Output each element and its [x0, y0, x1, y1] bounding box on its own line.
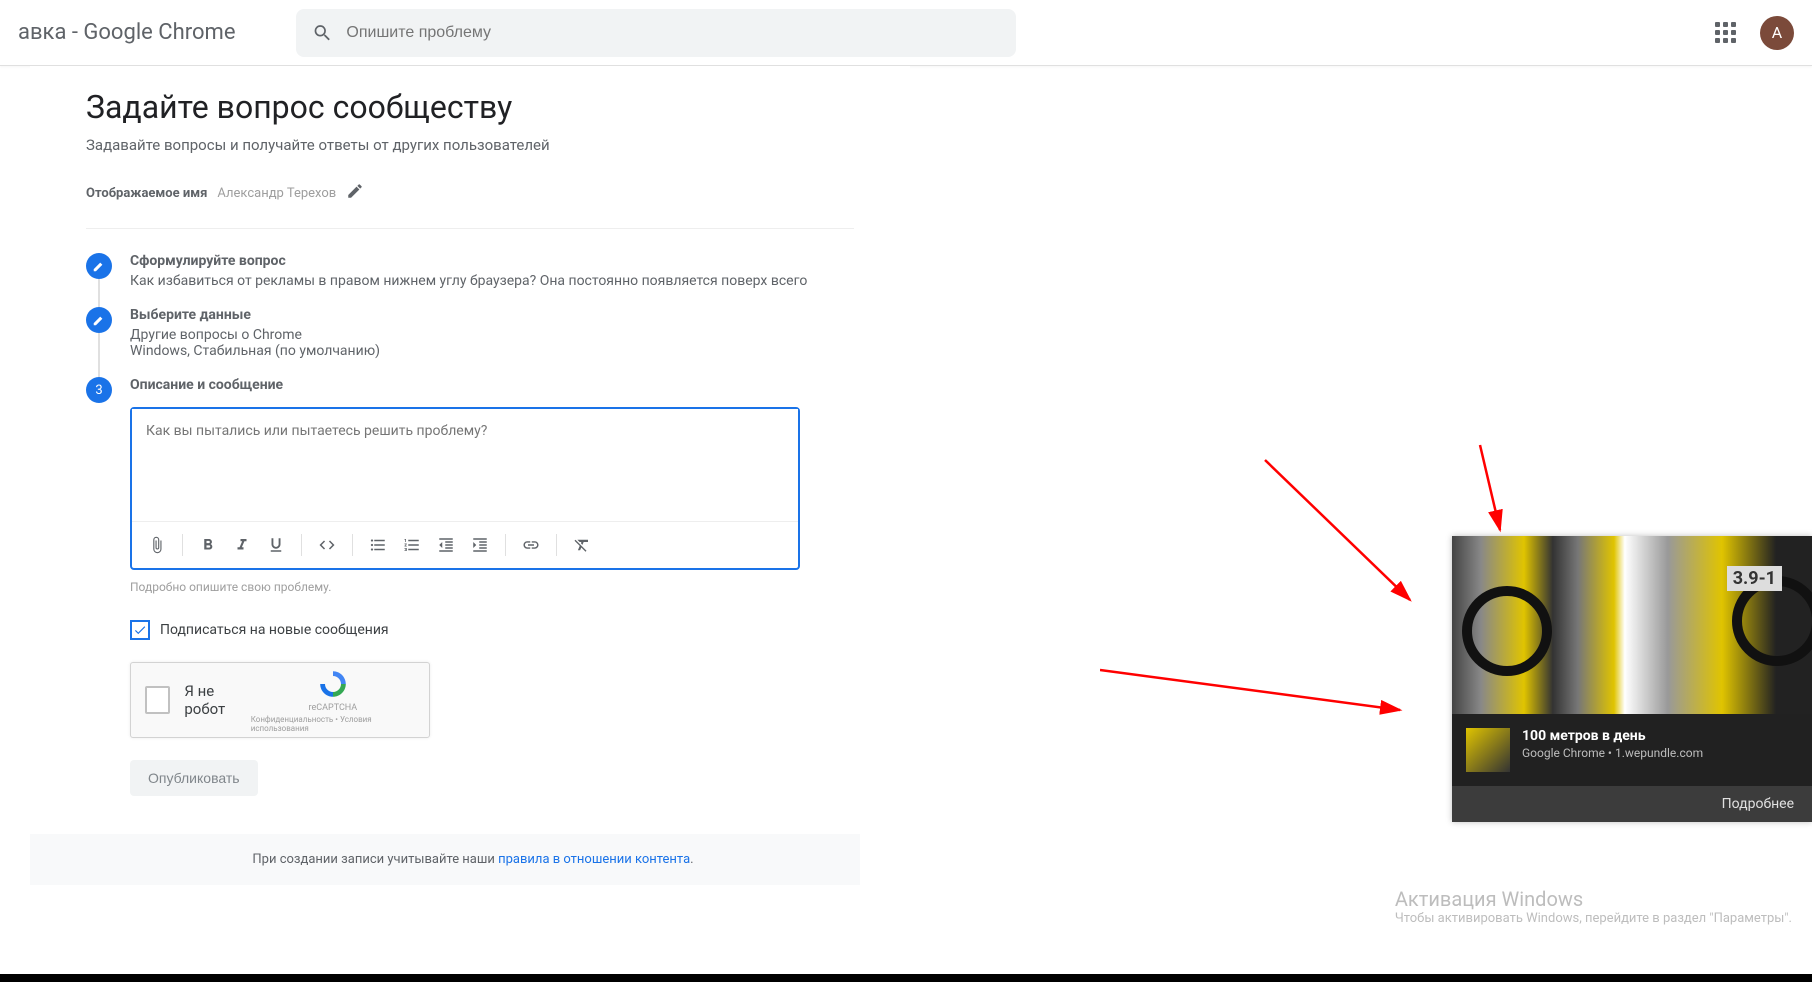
step-1-desc: Как избавиться от рекламы в правом нижне… [130, 273, 854, 289]
pencil-icon [92, 313, 106, 327]
recaptcha-checkbox[interactable] [145, 686, 170, 714]
watermark-line2: Чтобы активировать Windows, перейдите в … [1395, 911, 1792, 926]
bold-icon[interactable] [193, 530, 223, 560]
search-box[interactable] [296, 9, 1016, 57]
italic-icon[interactable] [227, 530, 257, 560]
display-name-label: Отображаемое имя [86, 186, 207, 201]
step-3: 3 Описание и сообщение [86, 377, 854, 796]
notification-title: 100 метров в день [1522, 728, 1703, 744]
search-icon [312, 22, 333, 44]
subscribe-checkbox[interactable] [130, 620, 150, 640]
ad-notification: 3.9-1 100 метров в день Google Chrome • … [1452, 536, 1812, 822]
display-name-row: Отображаемое имя Александр Терехов [86, 182, 854, 229]
windows-activation-watermark: Активация Windows Чтобы активировать Win… [1395, 887, 1792, 926]
list-bulleted-icon[interactable] [363, 530, 393, 560]
step-3-title: Описание и сообщение [130, 377, 854, 393]
editor-toolbar [132, 521, 798, 568]
step-3-badge: 3 [86, 377, 112, 403]
watermark-line1: Активация Windows [1395, 887, 1792, 911]
edit-icon[interactable] [346, 182, 364, 204]
recaptcha-box: Я не робот reCAPTCHA Конфиденциальность … [130, 662, 430, 738]
display-name-value: Александр Терехов [217, 186, 336, 201]
notification-source: Google Chrome • 1.wepundle.com [1522, 746, 1703, 760]
page-heading: Задайте вопрос сообществу [86, 88, 854, 126]
footer-note: При создании записи учитывайте наши прав… [30, 834, 860, 885]
footer-prefix: При создании записи учитывайте наши [252, 852, 498, 867]
step-1[interactable]: Сформулируйте вопрос Как избавиться от р… [86, 253, 854, 289]
clear-format-icon[interactable] [567, 530, 597, 560]
step-2-title: Выберите данные [130, 307, 854, 323]
main-content: Задайте вопрос сообществу Задавайте вопр… [30, 66, 910, 885]
pencil-icon [92, 259, 106, 273]
underline-icon[interactable] [261, 530, 291, 560]
recaptcha-label: Я не робот [184, 682, 250, 718]
step-1-title: Сформулируйте вопрос [130, 253, 854, 269]
editor-box [130, 407, 800, 570]
link-icon[interactable] [516, 530, 546, 560]
step-2-desc1: Другие вопросы о Chrome [130, 327, 854, 343]
check-icon [133, 623, 147, 637]
step-2[interactable]: Выберите данные Другие вопросы о Chrome … [86, 307, 854, 359]
indent-decrease-icon[interactable] [431, 530, 461, 560]
notification-thumb [1466, 728, 1510, 772]
content-policy-link[interactable]: правила в отношении контента [498, 852, 690, 867]
notification-image[interactable]: 3.9-1 [1452, 536, 1812, 714]
step-2-badge [86, 307, 112, 333]
publish-button[interactable]: Опубликовать [130, 760, 258, 796]
attach-icon[interactable] [142, 530, 172, 560]
indent-increase-icon[interactable] [465, 530, 495, 560]
window-title: авка - Google Chrome [18, 20, 236, 45]
list-numbered-icon[interactable] [397, 530, 427, 560]
recaptcha-logo-icon [317, 668, 349, 703]
notification-more-button[interactable]: Подробнее [1452, 786, 1812, 822]
description-textarea[interactable] [132, 409, 798, 517]
step-1-badge [86, 253, 112, 279]
avatar[interactable]: А [1760, 16, 1794, 50]
notification-image-label: 3.9-1 [1727, 566, 1782, 591]
editor-helper: Подробно опишите свою проблему. [130, 580, 854, 594]
apps-icon[interactable] [1712, 20, 1738, 46]
page-subtitle: Задавайте вопросы и получайте ответы от … [86, 136, 854, 154]
subscribe-label: Подписаться на новые сообщения [160, 622, 389, 638]
header-bar: авка - Google Chrome А [0, 0, 1812, 66]
taskbar[interactable] [0, 974, 1812, 982]
code-icon[interactable] [312, 530, 342, 560]
step-2-desc2: Windows, Стабильная (по умолчанию) [130, 343, 854, 359]
footer-suffix: . [690, 852, 693, 867]
recaptcha-terms: Конфиденциальность • Условия использован… [251, 715, 415, 733]
recaptcha-brand: reCAPTCHA [309, 703, 358, 713]
search-input[interactable] [346, 24, 999, 42]
